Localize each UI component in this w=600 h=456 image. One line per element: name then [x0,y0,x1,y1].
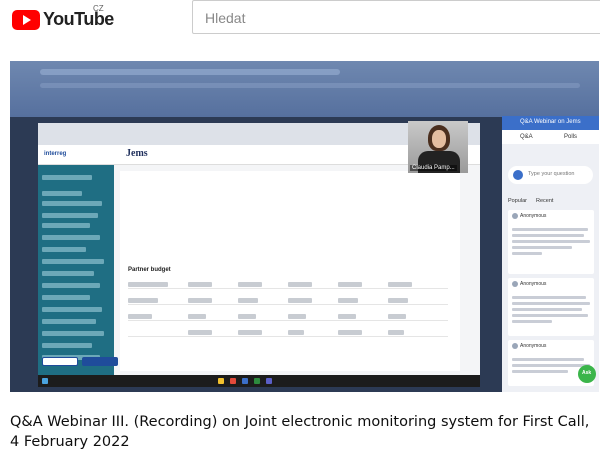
table-row [128,297,448,305]
table-row [128,313,448,321]
camera-name: Claudia Pamp... [410,165,457,171]
sidebar-item [42,259,104,264]
ask-button: Ask [578,365,596,383]
question-author: Anonymous [520,281,547,287]
country-code: CZ [93,4,104,13]
question-input: Type your question [508,166,593,184]
app-icon [266,378,272,384]
question-card: Anonymous [508,278,594,336]
sidebar-item [42,319,96,324]
table-row [128,281,448,289]
windows-taskbar [38,375,480,387]
sort-recent: Recent [536,198,554,204]
video-title: Q&A Webinar III. (Recording) on Joint el… [10,414,590,450]
avatar-icon [512,213,518,219]
search-input[interactable]: Hledat [192,0,600,34]
add-question-icon [513,170,523,180]
jems-content: Partner budget [120,171,460,371]
masthead: YouTube CZ Hledat [0,0,600,38]
sidebar-item [42,343,92,348]
avatar-icon [512,343,518,349]
blur-line [40,69,340,75]
qa-title: Q&A Webinar on Jems [520,119,581,125]
app-icon [242,378,248,384]
sort-popular: Popular [508,198,527,204]
sidebar-item [42,201,102,206]
question-author: Anonymous [520,343,547,349]
ask-label: Ask [582,370,592,376]
jems-logo: Jems [126,148,148,159]
blurred-browser-bar [10,61,599,117]
folder-icon [218,378,224,384]
save-button [82,357,118,366]
person-face [432,130,446,148]
windows-icon [42,378,48,384]
tab-polls: Polls [564,134,578,140]
video-player[interactable]: interreg Jems Partner budget Claudia Pam… [10,61,599,392]
tab-qa: Q&A [520,134,533,140]
sidebar-item [42,307,102,312]
app-icon [230,378,236,384]
video-frame: interreg Jems Partner budget Claudia Pam… [10,61,599,392]
question-placeholder: Type your question [528,171,575,177]
avatar-icon [512,281,518,287]
app-icon [254,378,260,384]
table-row [128,329,448,337]
sidebar-item [42,235,100,240]
discard-button [42,357,78,366]
sidebar-item [42,223,90,228]
interreg-logo: interreg [44,151,67,157]
search-placeholder: Hledat [205,10,246,26]
sidebar-item [42,191,82,196]
sidebar-item [42,295,90,300]
youtube-play-icon [12,9,40,30]
question-card: Anonymous [508,210,594,274]
qa-header: Q&A Webinar on Jems [502,116,599,130]
qa-tabs: Q&A Polls [502,130,599,144]
sidebar-item [42,175,92,180]
jems-sidebar [38,165,114,375]
sidebar-item [42,283,100,288]
blur-line [40,83,580,88]
sidebar-item [42,247,86,252]
webcam-tile: Claudia Pamp... [408,121,468,173]
sidebar-item [42,213,98,218]
qa-panel: Q&A Webinar on Jems Q&A Polls Type your … [502,116,599,392]
sidebar-item [42,331,104,336]
sidebar-item [42,271,94,276]
question-author: Anonymous [520,213,547,219]
zoom-watermark: zoom [402,347,446,364]
partner-budget-title: Partner budget [128,267,171,273]
